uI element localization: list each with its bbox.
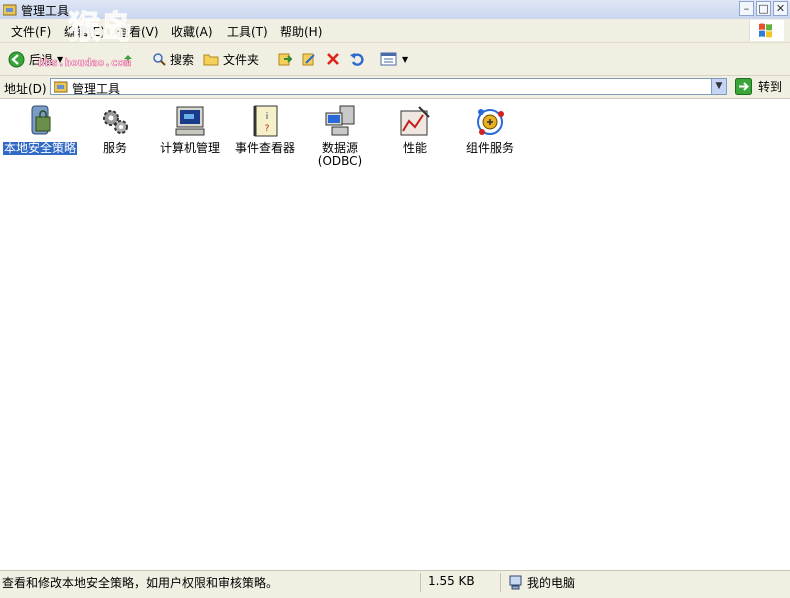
status-size: 1.55 KB [428,574,475,588]
file-view: 本地安全策略 服务 计算机管理 i ? 事件查看器 数据源(ODBC) 性能 组… [0,99,790,569]
address-value: 管理工具 [72,82,121,96]
address-label: 地址(D) [4,82,47,96]
file-item-services[interactable]: 服务 [78,103,152,155]
window-title: 管理工具 [21,4,70,18]
address-input[interactable]: 管理工具 ▼ [50,78,727,96]
file-item-label: 数据源(ODBC) [317,141,363,168]
folders-button[interactable]: 文件夹 [203,49,259,69]
status-separator [420,573,421,592]
status-bar: 查看和修改本地安全策略，如用户权限和审核策略。 1.55 KB 我的电脑 [0,570,790,598]
undo-button[interactable] [349,49,365,69]
move-to-icon [278,53,293,66]
minimize-button[interactable]: – [739,1,754,16]
windows-logo [749,20,784,41]
my-computer-icon [509,575,522,590]
views-icon [380,52,397,66]
file-item-component-services[interactable]: 组件服务 [453,103,527,155]
back-dropdown-icon[interactable]: ▼ [57,55,63,64]
back-button[interactable]: 后退 ▼ [8,49,63,69]
folder-icon [203,54,219,66]
menu-edit[interactable]: 编辑(E) [64,23,105,40]
delete-button[interactable] [325,49,341,69]
event-viewer-icon: i ? [253,105,278,137]
local-security-policy-icon [31,105,51,135]
services-gears-icon [103,110,128,134]
status-description: 查看和修改本地安全策略，如用户权限和审核策略。 [2,576,279,590]
file-item-label: 性能 [402,141,427,155]
address-dropdown-button[interactable]: ▼ [711,79,726,94]
status-separator [500,573,501,592]
move-to-button[interactable] [277,49,293,69]
copy-to-icon [302,53,315,66]
delete-icon [327,53,339,65]
file-item-label: 组件服务 [465,141,514,155]
admin-tools-icon [3,4,17,16]
menu-tools[interactable]: 工具(T) [227,23,268,40]
title-bar: 管理工具 – □ ✕ [0,0,790,19]
file-item-label: 服务 [102,141,127,155]
menu-view[interactable]: 查看(V) [117,23,159,40]
go-label: 转到 [758,80,783,94]
copy-to-button[interactable] [301,49,317,69]
file-item-label: 计算机管理 [159,141,220,155]
maximize-button[interactable]: □ [756,1,771,16]
data-sources-icon [325,105,355,136]
menu-help[interactable]: 帮助(H) [280,23,322,40]
toolbar: 后退 ▼ 搜索 文件夹 ▼ [0,43,790,76]
address-bar: 地址(D) 管理工具 ▼ 转到 [0,76,790,99]
up-folder-icon [124,55,132,63]
menu-favorites[interactable]: 收藏(A) [171,23,213,40]
file-item-data-sources[interactable]: 数据源(ODBC) [303,103,377,168]
svg-text:?: ? [265,124,270,134]
go-button[interactable]: 转到 [735,78,782,95]
performance-icon [400,106,430,136]
search-label: 搜索 [170,52,195,67]
views-dropdown-icon: ▼ [402,54,409,64]
forward-button[interactable] [122,49,134,69]
go-arrow-icon [735,78,752,95]
search-button[interactable]: 搜索 [152,49,194,69]
svg-text:i: i [266,112,269,122]
folders-label: 文件夹 [223,52,260,67]
file-item-computer-management[interactable]: 计算机管理 [153,103,227,155]
file-item-event-viewer[interactable]: i ? 事件查看器 [228,103,302,155]
search-icon [153,53,166,66]
file-item-label: 事件查看器 [234,141,295,155]
views-button[interactable]: ▼ [380,49,408,69]
admin-tools-folder-icon [54,81,68,93]
windows-flag-icon [759,23,772,38]
status-zone: 我的电脑 [527,576,576,590]
back-label: 后退 [29,52,54,67]
menu-file[interactable]: 文件(F) [11,23,51,40]
window-controls: – □ ✕ [739,1,788,16]
component-services-icon [477,109,504,135]
file-item-label: 本地安全策略 [3,141,77,155]
file-item-local-security-policy[interactable]: 本地安全策略 [3,103,77,155]
computer-management-icon [175,106,205,136]
back-arrow-icon [8,51,25,67]
undo-icon [350,53,364,66]
close-button[interactable]: ✕ [773,1,788,16]
file-item-performance[interactable]: 性能 [378,103,452,155]
menu-bar: 文件(F) 编辑(E) 查看(V) 收藏(A) 工具(T) 帮助(H) [0,19,790,43]
